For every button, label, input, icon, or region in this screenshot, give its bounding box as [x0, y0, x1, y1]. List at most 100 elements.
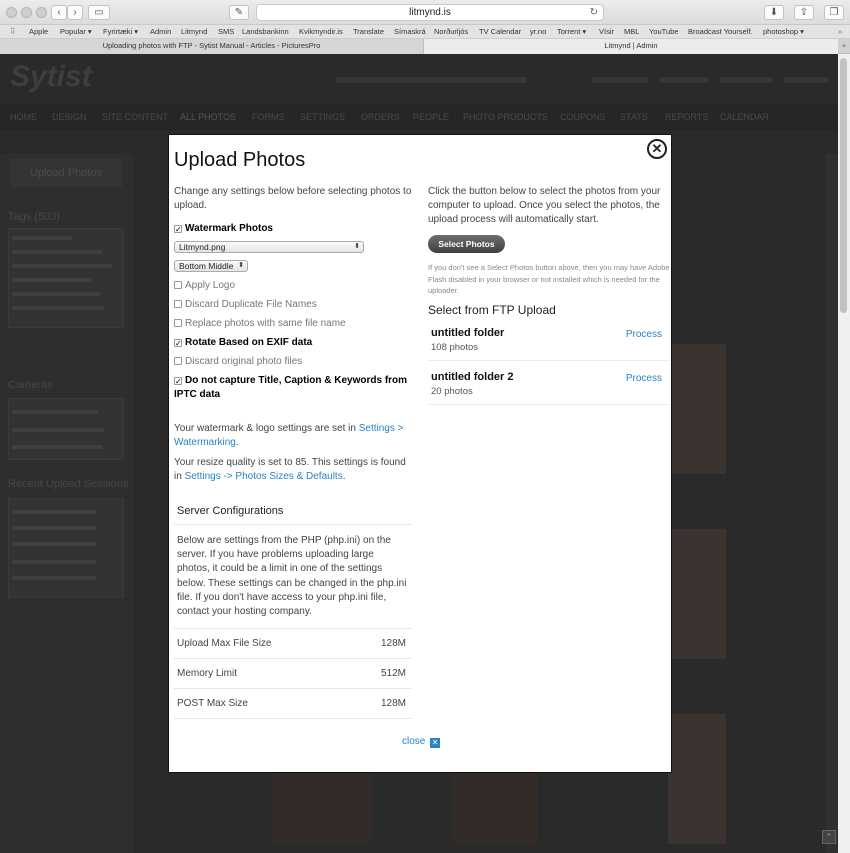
nav-item[interactable]: DESIGN	[52, 112, 87, 122]
tabs-overview-icon[interactable]: ❐	[824, 5, 844, 20]
ftp-folder-row: untitled folder 108 photos Process	[428, 317, 670, 361]
reader-icon[interactable]: ✎	[229, 5, 249, 20]
sessions-heading: Recent Upload Sessions	[8, 478, 129, 490]
ftp-heading: Select from FTP Upload	[428, 302, 556, 317]
thumbnail[interactable]	[668, 344, 726, 474]
nav-item[interactable]: SETTINGS	[300, 112, 345, 122]
close-window-icon[interactable]	[6, 7, 17, 18]
thumbnail[interactable]	[272, 773, 372, 843]
sidebar-toggle-icon[interactable]: ▭	[88, 5, 110, 20]
forward-button[interactable]: ›	[67, 5, 83, 20]
thumbnail[interactable]	[668, 714, 726, 844]
page-scrollbar[interactable]	[838, 54, 850, 853]
nav-item[interactable]: PEOPLE	[413, 112, 449, 122]
checkbox-unchecked[interactable]	[174, 319, 182, 327]
bookmark[interactable]: Torrent ▾	[557, 27, 586, 36]
reload-icon[interactable]: ↻	[590, 5, 598, 20]
downloads-icon[interactable]: ⬇	[764, 5, 784, 20]
nav-item[interactable]: STATS	[620, 112, 648, 122]
process-link[interactable]: Process	[626, 373, 662, 384]
select-arrow-icon: ⬍	[238, 262, 244, 269]
close-square-icon: ✕	[430, 738, 441, 748]
bookmark[interactable]: Landsbankinn	[242, 27, 289, 36]
watermark-option[interactable]: ✓ Watermark Photos	[174, 222, 412, 241]
checkbox-unchecked[interactable]	[174, 281, 182, 289]
bookmark[interactable]: SMS	[218, 27, 234, 36]
bookmark[interactable]: Translate	[353, 27, 384, 36]
server-config-heading: Server Configurations	[174, 497, 412, 525]
zoom-window-icon[interactable]	[36, 7, 47, 18]
nav-item[interactable]: PHOTO PRODUCTS	[463, 112, 548, 122]
checkbox-checked[interactable]: ✓	[174, 339, 182, 348]
option-label: Replace photos with same file name	[185, 318, 346, 329]
no-iptc-option[interactable]: ✓ Do not capture Title, Caption & Keyword…	[174, 374, 412, 402]
upload-photos-button-bg[interactable]: Upload Photos	[10, 159, 122, 187]
new-tab-icon[interactable]: +	[838, 39, 850, 54]
checkbox-unchecked[interactable]	[174, 300, 182, 308]
apply-logo-option[interactable]: Apply Logo	[174, 279, 412, 298]
bookmark[interactable]: MBL	[624, 27, 639, 36]
settings-column: Change any settings below before selecti…	[174, 185, 412, 720]
nav-item[interactable]: SITE CONTENT	[102, 112, 168, 122]
select-arrow-icon: ⬍	[354, 243, 360, 250]
logo: Sytist	[10, 60, 92, 93]
discard-original-option[interactable]: Discard original photo files	[174, 355, 412, 374]
nav-item[interactable]: HOME	[10, 112, 37, 122]
checkbox-checked[interactable]: ✓	[174, 377, 182, 386]
select-photos-button[interactable]: Select Photos	[428, 235, 505, 253]
bookmark[interactable]: Admin	[150, 27, 171, 36]
thumbnail[interactable]	[668, 529, 726, 659]
rotate-exif-option[interactable]: ✓ Rotate Based on EXIF data	[174, 336, 412, 355]
url-text: litmynd.is	[409, 7, 451, 18]
discard-duplicates-option[interactable]: Discard Duplicate File Names	[174, 298, 412, 317]
bookmark[interactable]: Broadcast Yourself.	[688, 27, 753, 36]
nav-item[interactable]: FORMS	[252, 112, 285, 122]
close-modal-icon[interactable]: ✕	[647, 139, 667, 159]
close-link[interactable]: close ✕	[402, 736, 441, 748]
scroll-to-top-icon[interactable]: ⌃	[822, 830, 836, 844]
tags-heading: Tags (503)	[8, 211, 60, 223]
bookmark[interactable]: TV Calendar	[479, 27, 521, 36]
bookmark[interactable]: Popular ▾	[60, 27, 92, 36]
watermark-note: Your watermark & logo settings are set i…	[174, 423, 404, 448]
nav-item[interactable]: ORDERS	[361, 112, 400, 122]
folder-count: 20 photos	[431, 385, 473, 397]
watermark-position-select[interactable]: Bottom Middle ⬍	[174, 260, 248, 272]
scroll-thumb[interactable]	[840, 58, 847, 313]
bookmark[interactable]: Símaskrá	[394, 27, 426, 36]
checkbox-unchecked[interactable]	[174, 357, 182, 365]
bookmark[interactable]: yr.no	[530, 27, 546, 36]
bookmark[interactable]: Kvikmyndir.is	[299, 27, 343, 36]
photo-sizes-settings-link[interactable]: Settings -> Photos Sizes & Defaults	[185, 471, 343, 482]
upload-photos-modal: ✕ Upload Photos Change any settings belo…	[168, 134, 672, 773]
address-bar[interactable]: litmynd.is ↻	[256, 4, 604, 21]
bookmark[interactable]: Fyrirtæki ▾	[103, 27, 138, 36]
option-label: Rotate Based on EXIF data	[185, 337, 313, 348]
bookmarks-bar: ⠿ Apple Popular ▾ Fyrirtæki ▾ Admin Litm…	[0, 25, 850, 39]
bookmark[interactable]: Vísir	[599, 27, 614, 36]
bookmark[interactable]: Norðurljós	[434, 27, 468, 36]
bookmark[interactable]: Apple	[29, 27, 48, 36]
tab-admin[interactable]: Litmynd | Admin	[424, 39, 838, 54]
tab-manual[interactable]: Uploading photos with FTP - Sytist Manua…	[0, 39, 424, 54]
bookmark[interactable]: photoshop ▾	[763, 27, 804, 36]
nav-item[interactable]: COUPONS	[560, 112, 606, 122]
nav-item[interactable]: CALENDAR	[720, 112, 769, 122]
checkbox-checked[interactable]: ✓	[174, 225, 182, 234]
replace-same-name-option[interactable]: Replace photos with same file name	[174, 317, 412, 336]
nav-item[interactable]: REPORTS	[665, 112, 708, 122]
thumbnail[interactable]	[452, 773, 538, 843]
watermark-file-select[interactable]: Litmynd.png ⬍	[174, 241, 364, 253]
more-bookmarks-icon[interactable]: »	[838, 27, 842, 36]
server-row: POST Max Size 128M	[174, 689, 412, 720]
minimize-window-icon[interactable]	[21, 7, 32, 18]
back-button[interactable]: ‹	[51, 5, 67, 20]
share-icon[interactable]: ⇪	[794, 5, 814, 20]
nav-item[interactable]: ALL PHOTOS	[180, 112, 236, 122]
process-link[interactable]: Process	[626, 329, 662, 340]
option-label: Do not capture Title, Caption & Keywords…	[174, 375, 408, 400]
grid-icon[interactable]: ⠿	[10, 27, 16, 36]
bookmark[interactable]: YouTube	[649, 27, 678, 36]
header-info	[592, 77, 648, 83]
bookmark[interactable]: Litmynd	[181, 27, 207, 36]
